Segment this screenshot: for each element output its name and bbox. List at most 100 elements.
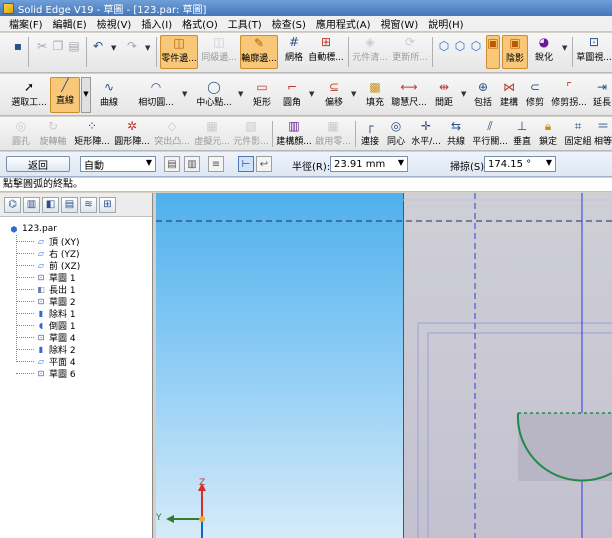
lock-button[interactable]: 🔒︎ 鎖定	[537, 119, 559, 149]
revolve-button[interactable]: ↻ 旋轉軸	[38, 119, 68, 149]
tree-item[interactable]: ⊡ 草圖 6	[0, 367, 152, 380]
tree-item[interactable]: ⊡ 草圖 1	[0, 271, 152, 284]
tree-item[interactable]: ▱ 平面 4	[0, 355, 152, 368]
arrow-pointer-icon: ➚	[23, 80, 35, 94]
smart-dimension-button[interactable]: ⟷ 聰慧尺...	[391, 80, 427, 112]
perpendicular-button[interactable]: ⊥ 垂直	[511, 119, 533, 149]
view-cube-iso-icon[interactable]: ⬡	[468, 38, 484, 54]
draw-toolbar: ➚ 選取工... ╱ 直線 ▼ ∿ 曲線 ◠ 相切圓... ▼ ◯ 中心點...…	[0, 74, 612, 116]
tree-item[interactable]: ▮ 除料 1	[0, 307, 152, 320]
spacing-button[interactable]: ⇹ 間距	[433, 80, 455, 112]
line-style-icon[interactable]: ▤	[164, 156, 180, 172]
parallel-button[interactable]: ⫽ 平行關...	[472, 119, 508, 149]
fix-set-button[interactable]: ⌗ 固定組	[564, 119, 592, 149]
emboss-button[interactable]: ◇ 突出凸...	[154, 119, 190, 149]
fillet-button[interactable]: ⌐ 圓角	[280, 80, 304, 112]
line-mode-icon[interactable]: ⊢	[238, 156, 254, 172]
copy-icon[interactable]: ❐	[50, 38, 66, 54]
tree-item[interactable]: ◖ 倒圓 1	[0, 319, 152, 332]
connect-button[interactable]: ┌ 連接	[359, 119, 381, 149]
tree-item[interactable]: ▱ 右 (YZ)	[0, 247, 152, 260]
tangent-arc-button[interactable]: ◠ 相切圓...	[138, 80, 174, 112]
element-clear-button[interactable]: ◈ 元件清...	[352, 35, 388, 69]
layers-icon[interactable]: ▥	[23, 196, 40, 213]
undo-icon[interactable]: ↶	[90, 38, 106, 54]
menu-tools[interactable]: 工具(T)	[223, 16, 267, 31]
include-button[interactable]: ⊕ 包括	[472, 80, 494, 112]
cut-icon[interactable]: ✂	[34, 38, 50, 54]
same-sketch-button[interactable]: ◫ 同級邊...	[201, 35, 237, 69]
tree-item[interactable]: ⊡ 草圖 4	[0, 331, 152, 344]
rectangle-button[interactable]: ▭ 矩形	[250, 80, 274, 112]
trim-button[interactable]: ⊂ 修剪	[524, 80, 546, 112]
mode-select[interactable]: 自動 ▼	[80, 156, 156, 172]
menu-help[interactable]: 說明(H)	[423, 16, 468, 31]
contour-edges-button[interactable]: ✎ 輪廓邊...	[240, 35, 278, 69]
menu-format[interactable]: 格式(O)	[177, 16, 223, 31]
radius-field[interactable]: 23.91 mm ▼	[330, 156, 408, 172]
enable-zero-button[interactable]: ▦ 啟用零...	[315, 119, 351, 149]
shading-toggle[interactable]: ▣	[486, 35, 500, 69]
extend-button[interactable]: ⇥ 延長	[591, 80, 612, 112]
menu-applications[interactable]: 應用程式(A)	[311, 16, 376, 31]
contour-edges-icon: ✎	[253, 36, 265, 50]
circ-pattern-button[interactable]: ✲ 圓形陣...	[114, 119, 150, 149]
save-icon[interactable]: ▪	[10, 38, 26, 54]
tree-item[interactable]: ⊡ 草圖 2	[0, 295, 152, 308]
sketch-view-button[interactable]: ⊡ 草圖視...	[576, 35, 612, 69]
feature-library-icon[interactable]: ⊞	[99, 196, 116, 213]
menu-inspect[interactable]: 檢查(S)	[267, 16, 311, 31]
tree-item[interactable]: ◧ 長出 1	[0, 283, 152, 296]
paste-icon[interactable]: ▤	[66, 38, 82, 54]
element-shadow-button[interactable]: ▧ 元件影...	[233, 119, 269, 149]
construction-button[interactable]: ⋈ 建構	[498, 80, 520, 112]
line-button[interactable]: ╱ 直線	[50, 77, 80, 113]
menu-insert[interactable]: 插入(I)	[136, 16, 177, 31]
center-point-button[interactable]: ◯ 中心點...	[196, 80, 232, 112]
sharpen-button[interactable]: ◕ 銳化	[532, 35, 556, 69]
sensors-icon[interactable]: ≋	[80, 196, 97, 213]
library-icon[interactable]: ▤	[61, 196, 78, 213]
hole-button[interactable]: ◎ 圓孔	[10, 119, 32, 149]
sweep-field[interactable]: 174.15 ° ▼	[484, 156, 556, 172]
select-tool-button[interactable]: ➚ 選取工...	[10, 80, 48, 112]
horizontal-vertical-button[interactable]: ✛ 水平/...	[411, 119, 441, 149]
tree-root[interactable]: ⬢ 123.par	[0, 223, 152, 235]
tree-item[interactable]: ▱ 頂 (XY)	[0, 235, 152, 248]
tree-item[interactable]: ▱ 前 (XZ)	[0, 259, 152, 272]
part-features-button[interactable]: ◫ 零件邊...	[160, 35, 198, 69]
fill-button[interactable]: ▩ 填充	[364, 80, 386, 112]
menu-edit[interactable]: 編輯(E)	[48, 16, 92, 31]
menu-file[interactable]: 檔案(F)	[4, 16, 48, 31]
trim-corner-button[interactable]: ⌜ 修剪拐...	[551, 80, 587, 112]
rect-pattern-button[interactable]: ⁘ 矩形陣...	[74, 119, 110, 149]
line-dropdown[interactable]: ▼	[81, 77, 91, 113]
family-of-parts-icon[interactable]: ◧	[42, 196, 59, 213]
arc-mode-icon[interactable]: ↩	[256, 156, 272, 172]
curve-button[interactable]: ∿ 曲線	[98, 80, 120, 112]
concentric-button[interactable]: ◎ 同心	[385, 119, 407, 149]
trim-corner-icon: ⌜	[566, 80, 572, 94]
line-color-icon[interactable]: ▥	[184, 156, 200, 172]
line-width-icon[interactable]: ≡	[208, 156, 224, 172]
feature-pathfinder-icon[interactable]: ⌬	[4, 196, 21, 213]
update-all-button[interactable]: ⟳ 更新所...	[392, 35, 428, 69]
view-cube-top-icon[interactable]: ⬡	[452, 38, 468, 54]
grid-button[interactable]: # 網格	[283, 35, 305, 69]
build-color-button[interactable]: ▥ 建構顏...	[276, 119, 312, 149]
menu-window[interactable]: 視窗(W)	[376, 16, 424, 31]
shading-button[interactable]: ▣ 陰影	[502, 35, 528, 69]
tree-item[interactable]: ▮ 除料 2	[0, 343, 152, 356]
auto-sketch-button[interactable]: ⊞ 自動標...	[308, 35, 344, 69]
command-bar: 返回 自動 ▼ ▤ ▥ ≡ ⊢ ↩ 半徑(R): 23.91 mm ▼ 掃掠(S…	[0, 152, 612, 177]
fillet-icon: ⌐	[286, 80, 298, 94]
redo-icon[interactable]: ↷	[124, 38, 140, 54]
back-button[interactable]: 返回	[6, 156, 70, 172]
view-cube-front-icon[interactable]: ⬡	[436, 38, 452, 54]
offset-button[interactable]: ⊆ 偏移	[322, 80, 346, 112]
collinear-button[interactable]: ⇆ 共線	[445, 119, 467, 149]
equal-button[interactable]: ＝ 相等	[594, 119, 612, 149]
virtual-body-button[interactable]: ▦ 虛擬元...	[194, 119, 230, 149]
graphics-window[interactable]: Y Z	[156, 193, 612, 538]
menu-view[interactable]: 檢視(V)	[92, 16, 137, 31]
